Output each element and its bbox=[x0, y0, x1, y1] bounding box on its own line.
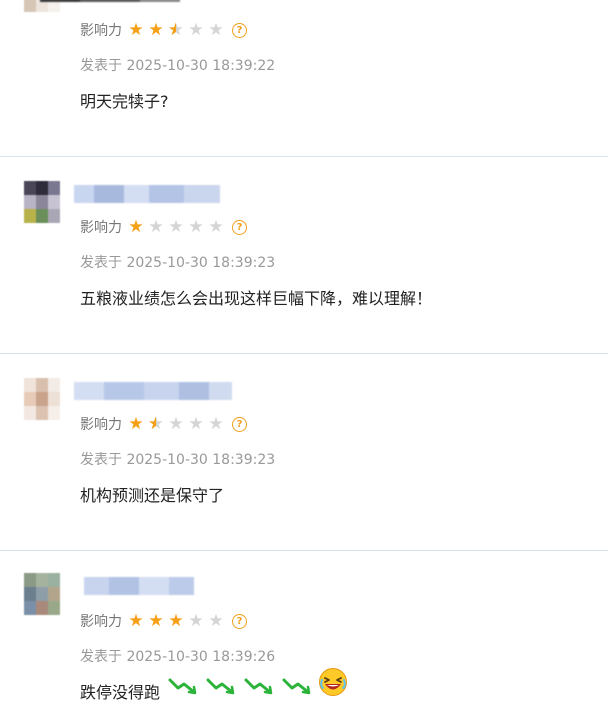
comment-text: 明天完犊子? bbox=[80, 88, 169, 112]
avatar[interactable] bbox=[24, 378, 60, 420]
comment-text-body: 明天完犊子? bbox=[80, 92, 169, 111]
star-full-icon: ★ bbox=[128, 20, 144, 40]
comment-text-body: 跌停没得跑 bbox=[80, 683, 161, 702]
comment-item: 影响力 ★ ★ ★ ★ ★ ? 发表于 2025-10-30 18:39:23 五粮液业… bbox=[0, 157, 608, 354]
star-full-icon: ★ bbox=[128, 414, 144, 434]
comment-text: 跌停没得跑 bbox=[80, 668, 348, 703]
star-half-icon: ★ bbox=[148, 416, 164, 433]
falling-arrow-icon bbox=[206, 678, 235, 695]
star-full-icon: ★ bbox=[168, 611, 184, 631]
influence-row: 影响力 ★★★★★ ? bbox=[80, 217, 247, 237]
influence-row: 影响力 ★★★★★ ? bbox=[80, 20, 247, 40]
star-empty-icon: ★ bbox=[188, 20, 204, 40]
post-time: 发表于 2025-10-30 18:39:26 bbox=[80, 649, 276, 665]
star-full-icon: ★ bbox=[128, 611, 144, 631]
username-redacted[interactable] bbox=[40, 0, 180, 2]
star-empty-icon: ★ bbox=[168, 217, 184, 237]
comment-item: 影响力 ★★★★★ ? 发表于 2025-10-30 18:39:23 机构预测… bbox=[0, 354, 608, 551]
influence-label: 影响力 bbox=[80, 614, 122, 630]
influence-stars: ★ ★ ★ ★ ★ bbox=[128, 414, 228, 434]
star-full-icon: ★ bbox=[128, 217, 144, 237]
star-half-icon: ★ bbox=[168, 22, 184, 39]
comment-text: 机构预测还是保守了 bbox=[80, 482, 224, 506]
influence-label: 影响力 bbox=[80, 417, 122, 433]
help-icon[interactable]: ? bbox=[232, 613, 247, 629]
help-icon[interactable]: ? bbox=[232, 22, 247, 38]
username-redacted[interactable] bbox=[84, 577, 194, 595]
username-redacted[interactable] bbox=[74, 382, 232, 400]
influence-stars: ★ ★ ★ ★ ★ bbox=[128, 611, 228, 631]
influence-label: 影响力 bbox=[80, 220, 122, 236]
influence-stars: ★ ★ ★ ★ ★ bbox=[128, 217, 228, 237]
star-empty-icon: ★ bbox=[188, 217, 204, 237]
star-empty-icon: ★ bbox=[188, 414, 204, 434]
comment-item: 影响力 ★★★★★ ? 发表于 2025-10-30 18:39:22 明天完犊… bbox=[0, 0, 608, 157]
influence-label: 影响力 bbox=[80, 23, 122, 39]
falling-arrow-icon bbox=[168, 678, 197, 695]
star-empty-icon: ★ bbox=[208, 217, 224, 237]
falling-arrow-icon bbox=[282, 678, 311, 695]
star-empty-icon: ★ bbox=[208, 20, 224, 40]
avatar[interactable] bbox=[24, 573, 60, 615]
post-time: 发表于 2025-10-30 18:39:22 bbox=[80, 58, 276, 74]
influence-row: 影响力 ★★★★★ ? bbox=[80, 611, 247, 631]
star-empty-icon: ★ bbox=[208, 611, 224, 631]
influence-stars: ★ ★ ★ ★ ★ bbox=[128, 20, 228, 40]
avatar[interactable] bbox=[24, 181, 60, 223]
star-empty-icon: ★ bbox=[148, 217, 164, 237]
post-time: 发表于 2025-10-30 18:39:23 bbox=[80, 452, 276, 468]
help-icon[interactable]: ? bbox=[232, 219, 247, 235]
help-icon[interactable]: ? bbox=[232, 416, 247, 432]
comment-text-body: 五粮液业绩怎么会出现这样巨幅下降，难以理解！ bbox=[80, 289, 433, 308]
comment-item: 影响力 ★ ★ ★ ★ ★ ? 发表于 2025-10-30 18:39:26 跌停没得… bbox=[0, 551, 608, 715]
laughing-face-icon bbox=[319, 668, 348, 696]
star-full-icon: ★ bbox=[148, 20, 164, 40]
post-time: 发表于 2025-10-30 18:39:23 bbox=[80, 255, 276, 271]
comment-text: 五粮液业绩怎么会出现这样巨幅下降，难以理解！ bbox=[80, 285, 432, 309]
comment-text-body: 机构预测还是保守了 bbox=[80, 486, 225, 505]
influence-row: 影响力 ★★★★★ ? bbox=[80, 414, 247, 434]
username-redacted[interactable] bbox=[74, 185, 220, 203]
star-empty-icon: ★ bbox=[208, 414, 224, 434]
star-full-icon: ★ bbox=[148, 611, 164, 631]
falling-arrow-icon bbox=[244, 678, 273, 695]
star-empty-icon: ★ bbox=[168, 414, 184, 434]
star-empty-icon: ★ bbox=[188, 611, 204, 631]
